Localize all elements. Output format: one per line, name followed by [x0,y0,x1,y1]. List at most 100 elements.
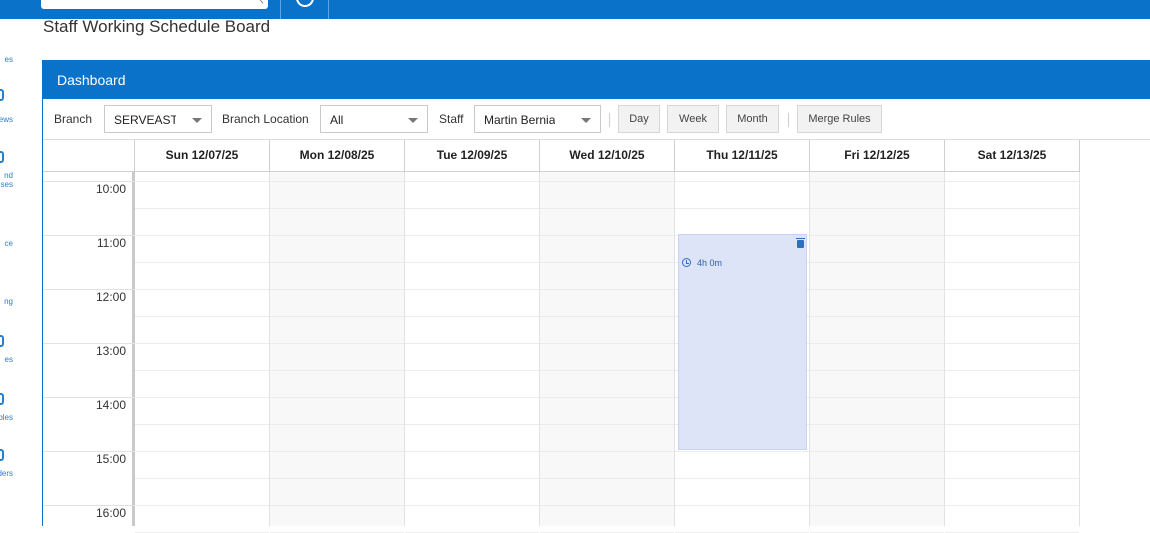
day-column[interactable] [810,172,945,533]
calendar-corner [43,140,135,172]
day-header[interactable]: Wed 12/10/25 [540,140,675,172]
slot-line [810,451,944,452]
slot-line [270,370,404,371]
slot-line [540,208,674,209]
slot-line [135,505,269,506]
branch-select-value: SERVEAST [114,113,176,127]
slot-line [135,262,269,263]
slot-line [135,289,269,290]
day-header[interactable]: Tue 12/09/25 [405,140,540,172]
slot-line [810,235,944,236]
slot-line [540,370,674,371]
chevron-down-icon [581,118,591,123]
divider [280,0,281,19]
week-view-button[interactable]: Week [667,105,719,133]
slot-line [135,370,269,371]
time-label: 12:00 [95,290,126,304]
nav-icon [0,393,4,405]
sidebar-item-label: ce [4,239,13,248]
search-icon[interactable] [256,0,264,6]
search-input[interactable] [41,0,268,9]
slot-line [945,343,1079,344]
day-view-button[interactable]: Day [618,105,660,133]
slot-line [945,370,1079,371]
sidebar-item-label: bles [0,413,13,422]
slot-line [945,478,1079,479]
slot-line [405,262,539,263]
staff-select-value: Martin Bernia [484,113,556,127]
slot-line [540,505,674,506]
page-title: Staff Working Schedule Board [43,17,271,36]
slot-line [135,397,269,398]
branch-location-value: All [330,113,344,127]
slot-line [405,370,539,371]
day-column[interactable] [135,172,270,533]
day-header[interactable]: Thu 12/11/25 [675,140,810,172]
filter-toolbar: Branch SERVEAST Branch Location All Staf… [43,99,1150,140]
day-column[interactable] [945,172,1080,533]
hour-line [43,505,135,506]
slot-line [270,478,404,479]
history-icon[interactable] [296,0,314,7]
schedule-event[interactable]: 4h 0m [678,234,807,450]
schedule-calendar: 10:00 11:00 12:00 13:00 14:00 15:00 16:00 Sun … [43,140,1150,533]
day-column[interactable] [540,172,675,533]
hour-line [43,181,135,182]
slot-line [270,505,404,506]
slot-line [405,208,539,209]
slot-line [540,397,674,398]
nav-icon [0,449,4,461]
hour-line [43,397,135,398]
slot-line [540,235,674,236]
time-label: 15:00 [95,452,126,466]
time-label: 11:00 [96,236,126,250]
time-label: 14:00 [95,398,126,412]
slot-line [945,181,1079,182]
slot-line [270,397,404,398]
slot-line [270,235,404,236]
slot-line [270,424,404,425]
sidebar-item-label: es [4,55,13,64]
slot-line [945,505,1079,506]
slot-line [540,451,674,452]
chevron-down-icon [192,118,202,123]
branch-select[interactable]: SERVEAST [104,105,212,133]
slot-line [810,181,944,182]
slot-line [540,343,674,344]
divider [788,113,789,127]
day-header[interactable]: Sun 12/07/25 [135,140,270,172]
day-header[interactable]: Mon 12/08/25 [270,140,405,172]
slot-line [945,316,1079,317]
slot-line [270,343,404,344]
day-column[interactable] [405,172,540,533]
time-label: 13:00 [95,344,126,358]
slot-line [405,451,539,452]
slot-line [540,181,674,182]
slot-line [945,451,1079,452]
slot-line [675,181,809,182]
month-view-button[interactable]: Month [726,105,779,133]
slot-line [405,478,539,479]
time-label: 16:00 [95,506,126,520]
slot-line [540,262,674,263]
slot-line [810,478,944,479]
day-header[interactable]: Fri 12/12/25 [810,140,945,172]
time-column: 10:00 11:00 12:00 13:00 14:00 15:00 16:00 [43,172,135,526]
slot-line [810,316,944,317]
slot-line [405,424,539,425]
sidebar-item-label: ews [0,115,13,124]
staff-select[interactable]: Martin Bernia [474,105,601,133]
day-header[interactable]: Sat 12/13/25 [945,140,1080,172]
merge-rules-button[interactable]: Merge Rules [797,105,882,133]
branch-location-select[interactable]: All [320,105,428,133]
panel-header: Dashboard [43,60,1150,99]
staff-label: Staff [439,112,464,126]
hour-line [43,235,135,236]
slot-line [135,424,269,425]
day-column[interactable] [270,172,405,533]
trash-icon[interactable] [796,238,805,248]
slot-line [945,289,1079,290]
dashboard-panel: Dashboard Branch SERVEAST Branch Locatio… [42,60,1150,533]
slot-line [405,505,539,506]
slot-line [810,343,944,344]
